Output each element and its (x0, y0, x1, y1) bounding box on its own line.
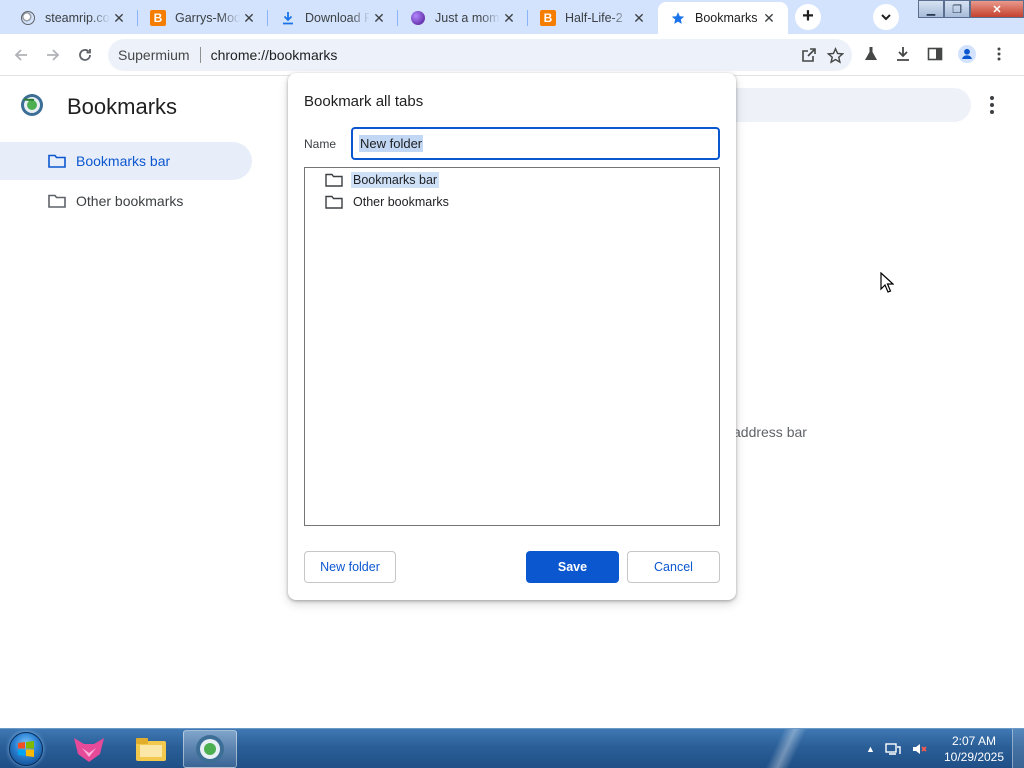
volume-muted-icon[interactable] (911, 741, 927, 757)
tab-title: Garrys-Mod (175, 11, 240, 25)
search-bookmarks-input[interactable] (700, 88, 971, 122)
tree-item-other-bookmarks[interactable]: Other bookmarks (325, 192, 451, 212)
tab-title: Bookmarks (695, 11, 758, 25)
folder-app-icon (136, 738, 166, 761)
window-controls: ▁ ❐ ✕ (918, 0, 1024, 18)
more-menu-icon[interactable] (990, 45, 1008, 63)
show-hidden-icons-icon[interactable]: ▲ (866, 744, 875, 754)
tree-item-label: Other bookmarks (353, 195, 449, 209)
show-desktop-button[interactable] (1012, 729, 1024, 768)
tab-garrys-mod[interactable]: B Garrys-Mod ✕ (138, 2, 268, 34)
empty-state-hint: address bar (733, 424, 807, 440)
tree-item-label: Bookmarks bar (351, 172, 440, 188)
sidebar-item-other-bookmarks[interactable]: Other bookmarks (0, 182, 252, 220)
folder-icon (325, 195, 343, 209)
download-icon[interactable] (894, 45, 912, 63)
windows-taskbar: ▲ 2:07 AM 10/29/2025 (0, 728, 1024, 768)
windows-logo-icon (9, 732, 43, 766)
mouse-cursor-icon (880, 272, 894, 293)
tab-search-button[interactable] (873, 4, 899, 30)
reload-icon (79, 49, 91, 61)
taskbar-app-file-explorer[interactable] (124, 730, 178, 768)
browser-toolbar: Supermium chrome://bookmarks (0, 34, 1024, 76)
chevron-down-icon (881, 14, 891, 21)
tree-item-bookmarks-bar[interactable]: Bookmarks bar (325, 170, 440, 190)
profile-avatar-icon[interactable] (958, 45, 976, 63)
sidebar-item-label: Other bookmarks (76, 193, 184, 209)
bookmark-all-tabs-dialog: Bookmark all tabs Name New folder Bookma… (288, 73, 736, 600)
download-icon (280, 10, 296, 26)
tab-title: Just a moment... (435, 11, 500, 25)
close-icon[interactable]: ✕ (630, 9, 648, 27)
close-window-button[interactable]: ✕ (970, 0, 1024, 18)
back-button[interactable] (8, 42, 34, 68)
new-tab-button[interactable]: + (795, 4, 821, 30)
purple-orb-icon (410, 10, 426, 26)
save-button[interactable]: Save (526, 551, 619, 583)
folder-name-input[interactable]: New folder (351, 127, 720, 160)
close-icon[interactable]: ✕ (110, 9, 128, 27)
globe-icon (20, 10, 36, 26)
bookmarks-logo-icon (20, 93, 44, 117)
organize-menu-icon[interactable] (982, 95, 1002, 115)
new-folder-button[interactable]: New folder (304, 551, 396, 583)
close-icon[interactable]: ✕ (240, 9, 258, 27)
folder-icon (325, 173, 343, 187)
network-icon[interactable] (885, 741, 901, 757)
maximize-button[interactable]: ❐ (944, 0, 970, 18)
star-icon (670, 10, 686, 26)
clock-date: 10/29/2025 (943, 750, 1005, 764)
page-title: Bookmarks (67, 94, 178, 119)
reload-button[interactable] (72, 42, 98, 68)
close-icon[interactable]: ✕ (760, 9, 778, 27)
close-icon[interactable]: ✕ (500, 9, 518, 27)
url-text: chrome://bookmarks (210, 47, 338, 63)
system-tray: ▲ (866, 729, 927, 768)
dialog-title: Bookmark all tabs (304, 93, 424, 110)
arrow-right-icon (47, 49, 60, 61)
name-label: Name (304, 137, 337, 151)
close-icon[interactable]: ✕ (370, 9, 388, 27)
labs-flask-icon[interactable] (862, 45, 880, 63)
share-icon[interactable] (800, 46, 818, 64)
tab-bookmarks[interactable]: Bookmarks ✕ (658, 2, 788, 34)
tab-title: Half-Life-2 (565, 11, 623, 25)
blogger-icon: B (150, 10, 166, 26)
minimize-button[interactable]: ▁ (918, 0, 944, 18)
tab-half-life-2[interactable]: B Half-Life-2 ✕ (528, 2, 658, 34)
folder-name-value: New folder (359, 135, 424, 152)
address-bar[interactable]: Supermium chrome://bookmarks (108, 39, 852, 71)
sidebar-item-label: Bookmarks bar (76, 153, 171, 169)
bookmarks-page: Bookmarks Bookmarks bar Other bookmarks … (0, 73, 1024, 728)
tab-title: Download File (305, 11, 370, 25)
clock-time: 2:07 AM (951, 734, 997, 748)
arrow-left-icon (14, 49, 27, 61)
supermium-app-icon (196, 735, 224, 763)
tab-just-a-moment[interactable]: Just a moment... ✕ (398, 2, 528, 34)
taskbar-app-pink-fox[interactable] (62, 730, 116, 768)
blogger-icon: B (540, 10, 556, 26)
folder-icon (48, 194, 66, 208)
bookmark-star-icon[interactable] (826, 46, 844, 64)
folder-tree[interactable]: Bookmarks bar Other bookmarks (304, 167, 720, 526)
sidebar-item-bookmarks-bar[interactable]: Bookmarks bar (0, 142, 252, 180)
forward-button[interactable] (40, 42, 66, 68)
divider (199, 47, 201, 63)
taskbar-clock[interactable]: 2:07 AM 10/29/2025 (940, 733, 1008, 765)
taskbar-app-supermium[interactable] (183, 730, 237, 768)
site-chip: Supermium (118, 47, 190, 63)
tab-strip: steamrip.com ✕ B Garrys-Mod ✕ Download F… (0, 0, 1024, 34)
tab-steamrip[interactable]: steamrip.com ✕ (8, 2, 138, 34)
cancel-button[interactable]: Cancel (627, 551, 720, 583)
start-button[interactable] (4, 731, 48, 767)
side-panel-icon[interactable] (926, 45, 944, 63)
tab-download[interactable]: Download File ✕ (268, 2, 398, 34)
fox-app-icon (74, 738, 104, 762)
tab-title: steamrip.com (45, 11, 110, 25)
folder-icon (48, 154, 66, 168)
